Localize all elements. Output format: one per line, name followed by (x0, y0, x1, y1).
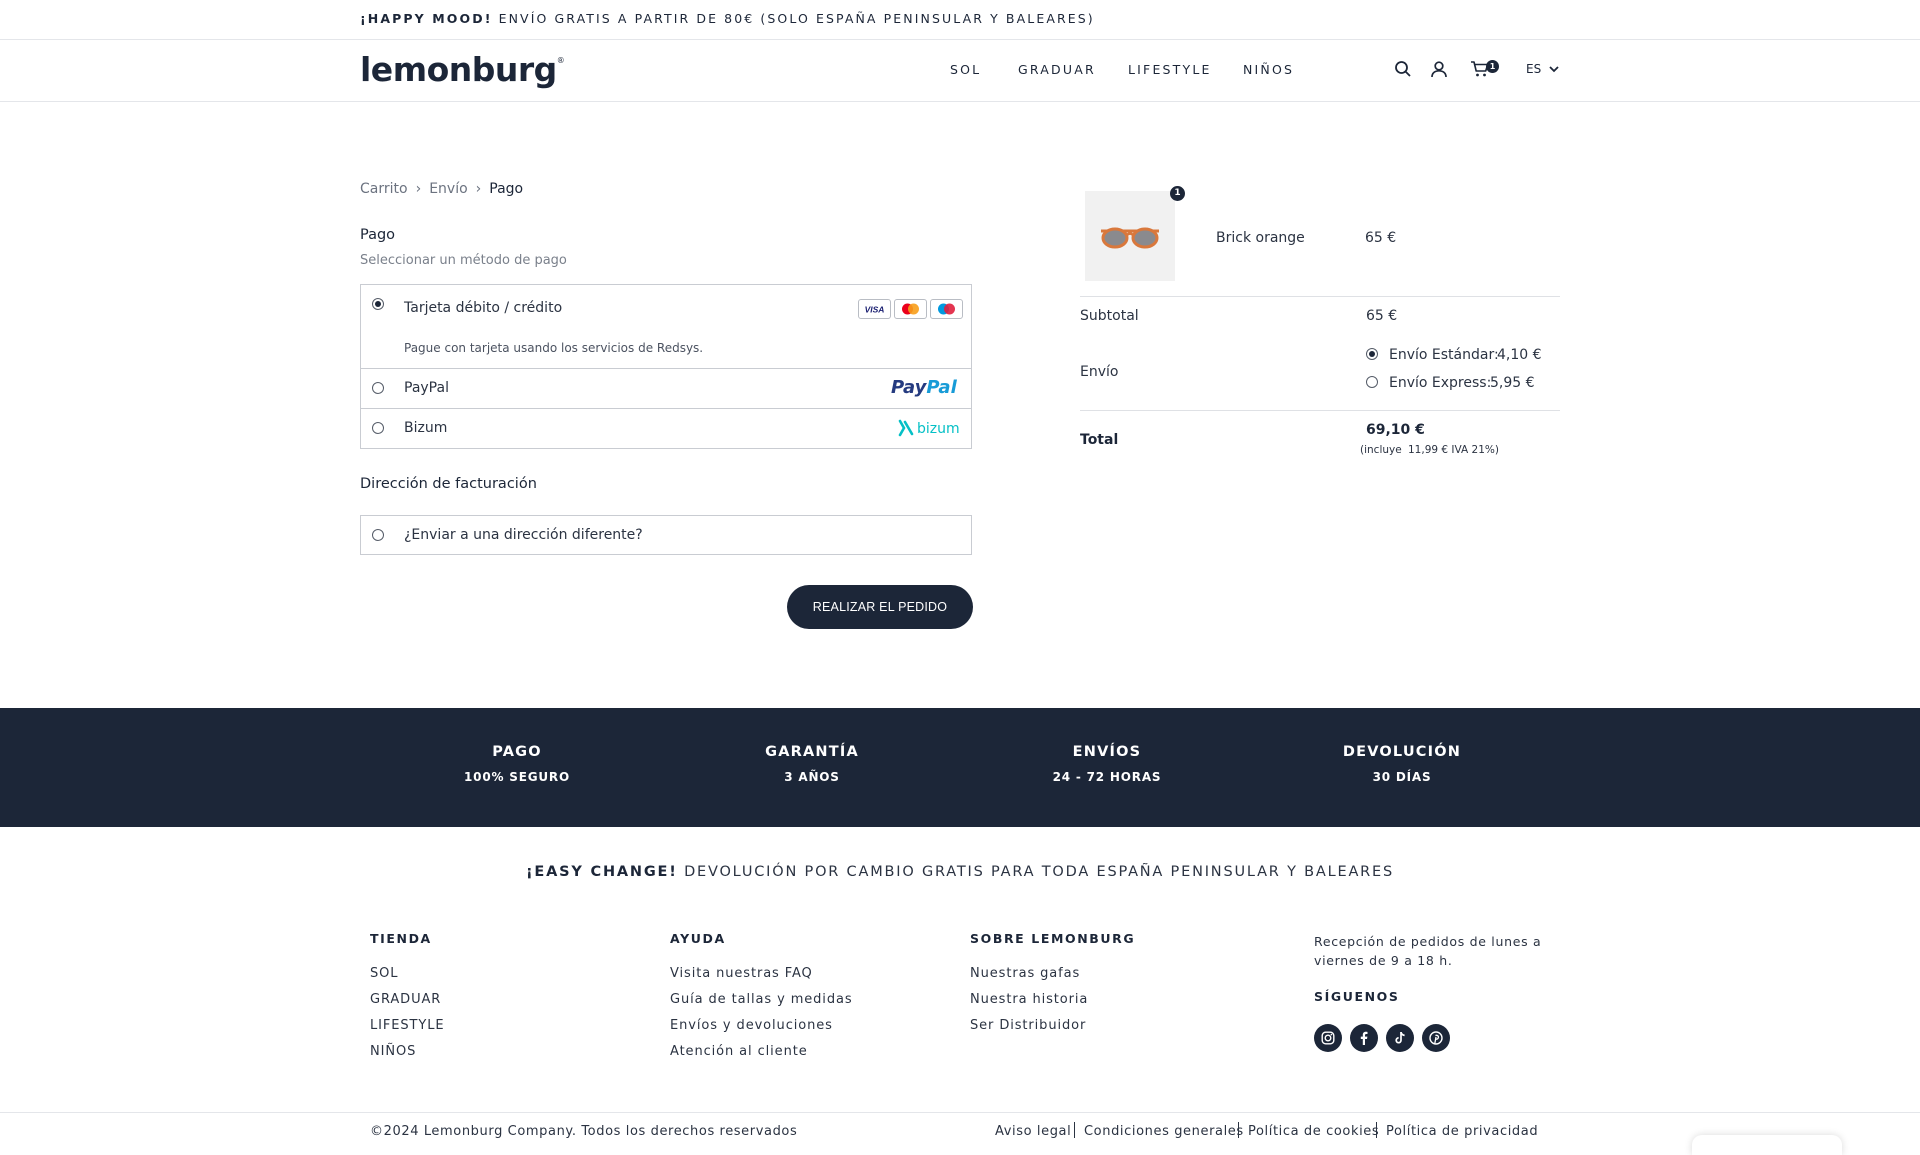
product-thumbnail (1085, 191, 1175, 281)
feature-garantia: GARANTÍA 3 AÑOS (765, 744, 859, 784)
svg-text:PayPal: PayPal (891, 377, 958, 398)
express-shipping-radio[interactable] (1366, 376, 1378, 388)
footer-tienda-heading: TIENDA (370, 931, 432, 946)
bizum-method-radio[interactable] (372, 422, 384, 434)
easy-change-banner: ¡EASY CHANGE! DEVOLUCIÓN POR CAMBIO GRAT… (525, 864, 1395, 880)
total-value: 69,10 € (1366, 422, 1425, 438)
tiktok-icon[interactable] (1386, 1024, 1414, 1052)
different-address-label[interactable]: ¿Enviar a una dirección diferente? (404, 527, 643, 543)
footer-link-lifestyle[interactable]: LIFESTYLE (370, 1018, 444, 1033)
divider (361, 408, 971, 409)
footer-link-graduar[interactable]: GRADUAR (370, 992, 441, 1007)
place-order-button[interactable]: REALIZAR EL PEDIDO (787, 585, 973, 629)
visa-icon: VISA (858, 299, 891, 319)
footer-link-distributor[interactable]: Ser Distribuidor (970, 1018, 1086, 1033)
separator (1074, 1122, 1075, 1138)
mastercard-icon (894, 299, 927, 319)
svg-text:VISA: VISA (865, 305, 885, 315)
separator (1238, 1122, 1239, 1138)
payment-methods: Tarjeta débito / crédito VISA Pague con … (360, 284, 972, 449)
express-shipping-price: 5,95 € (1490, 375, 1535, 391)
facebook-icon[interactable] (1350, 1024, 1378, 1052)
divider (361, 368, 971, 369)
breadcrumb-payment: Pago (489, 181, 524, 197)
breadcrumb-cart[interactable]: Carrito (360, 181, 408, 197)
subtotal-label: Subtotal (1080, 308, 1139, 324)
cart-count-badge: 1 (1486, 60, 1499, 73)
order-hours-line-2: viernes de 9 a 18 h. (1314, 953, 1453, 968)
svg-text:bizum: bizum (917, 421, 960, 437)
bizum-logo: bizum (897, 416, 967, 444)
order-hours-line-1: Recepción de pedidos de lunes a (1314, 934, 1542, 949)
shipping-label: Envío (1080, 364, 1119, 380)
feature-devolucion: DEVOLUCIÓN 30 DÍAS (1342, 744, 1462, 784)
paypal-method-radio[interactable] (372, 382, 384, 394)
feature-pago: PAGO 100% SEGURO (464, 744, 570, 784)
card-method-description: Pague con tarjeta usando los servicios d… (404, 341, 704, 355)
express-shipping-label[interactable]: Envío Express: (1389, 375, 1491, 391)
footer-link-ninos[interactable]: NIÑOS (370, 1044, 416, 1059)
footer-link-our-glasses[interactable]: Nuestras gafas (970, 966, 1080, 981)
divider (1080, 410, 1560, 411)
nav-ninos[interactable]: NIÑOS (1243, 62, 1294, 77)
nav-sol[interactable]: SOL (950, 62, 981, 77)
card-method-radio[interactable] (372, 298, 384, 310)
legal-notice-link[interactable]: Aviso legal (995, 1124, 1071, 1139)
instagram-icon[interactable] (1314, 1024, 1342, 1052)
divider (1080, 296, 1560, 297)
cookies-policy-link[interactable]: Política de cookies (1248, 1124, 1379, 1139)
product-price: 65 € (1365, 230, 1397, 246)
nav-lifestyle[interactable]: LIFESTYLE (1128, 62, 1212, 77)
announcement-text: ¡HAPPY MOOD! ENVÍO GRATIS A PARTIR DE 80… (360, 11, 1095, 26)
total-label: Total (1080, 432, 1119, 448)
breadcrumb: Carrito › Envío › Pago (360, 181, 524, 197)
features-band: PAGO 100% SEGURO GARANTÍA 3 AÑOS ENVÍOS 24 … (0, 708, 1920, 827)
tax-note-prefix: (incluye (1360, 444, 1402, 456)
billing-option[interactable]: ¿Enviar a una dirección diferente? (360, 515, 972, 555)
standard-shipping-price: 4,10 € (1497, 347, 1542, 363)
logo[interactable]: lemonburg® (360, 50, 565, 89)
follow-us-heading: SÍGUENOS (1314, 989, 1400, 1004)
sunglasses-icon (1101, 227, 1159, 249)
standard-shipping-radio[interactable] (1366, 348, 1378, 360)
divider (0, 1112, 1920, 1113)
terms-link[interactable]: Condiciones generales (1084, 1124, 1244, 1139)
search-icon[interactable] (1394, 60, 1414, 80)
payment-heading: Pago (360, 227, 396, 243)
site-header: lemonburg® SOL GRADUAR LIFESTYLE NIÑOS 1… (0, 40, 1920, 102)
footer-link-faq[interactable]: Visita nuestras FAQ (670, 966, 813, 981)
copyright: ©2024 Lemonburg Company. Todos los derec… (370, 1124, 798, 1139)
footer-ayuda-heading: AYUDA (670, 931, 726, 946)
card-method-label[interactable]: Tarjeta débito / crédito (404, 300, 562, 316)
payment-subtitle: Seleccionar un método de pago (360, 253, 567, 268)
paypal-logo: PayPal (891, 375, 965, 403)
chat-widget-tab[interactable] (1692, 1135, 1842, 1155)
pinterest-icon[interactable] (1422, 1024, 1450, 1052)
separator (1376, 1122, 1377, 1138)
product-name: Brick orange (1216, 230, 1305, 246)
user-icon[interactable] (1430, 60, 1450, 80)
footer-link-size-guide[interactable]: Guía de tallas y medidas (670, 992, 853, 1007)
tax-note: 11,99 € IVA 21%) (1408, 444, 1499, 456)
footer-link-shipping-returns[interactable]: Envíos y devoluciones (670, 1018, 833, 1033)
product-qty-badge: 1 (1170, 186, 1185, 201)
different-address-radio[interactable] (372, 529, 384, 541)
privacy-policy-link[interactable]: Política de privacidad (1386, 1124, 1538, 1139)
announcement-bar: ¡HAPPY MOOD! ENVÍO GRATIS A PARTIR DE 80… (0, 0, 1920, 40)
footer-link-sol[interactable]: SOL (370, 966, 398, 981)
footer-sobre-heading: SOBRE LEMONBURG (970, 931, 1136, 946)
breadcrumb-shipping[interactable]: Envío (429, 181, 467, 197)
nav-graduar[interactable]: GRADUAR (1018, 62, 1096, 77)
chevron-down-icon (1545, 62, 1559, 76)
standard-shipping-label[interactable]: Envío Estándar: (1389, 347, 1499, 363)
paypal-method-label[interactable]: PayPal (404, 380, 449, 396)
maestro-icon (930, 299, 963, 319)
billing-heading: Dirección de facturación (360, 476, 537, 492)
footer-link-our-story[interactable]: Nuestra historia (970, 992, 1088, 1007)
footer-link-customer-care[interactable]: Atención al cliente (670, 1044, 808, 1059)
language-selector[interactable]: ES (1526, 62, 1559, 76)
feature-envios: ENVÍOS 24 - 72 HORAS (1052, 744, 1162, 784)
bizum-method-label[interactable]: Bizum (404, 420, 447, 436)
subtotal-value: 65 € (1366, 308, 1398, 324)
